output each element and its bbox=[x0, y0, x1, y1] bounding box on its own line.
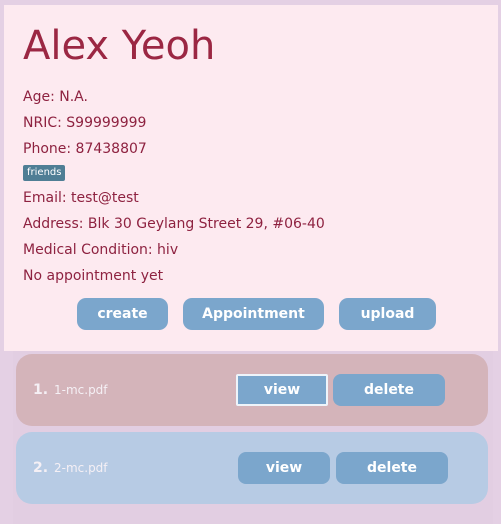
file-index: 1. bbox=[33, 382, 49, 398]
nric-field: NRIC: S99999999 bbox=[23, 115, 147, 131]
file-index: 2. bbox=[33, 460, 49, 476]
email-field: Email: test@test bbox=[23, 190, 139, 206]
file-name: 1-mc.pdf bbox=[54, 383, 108, 397]
person-details-panel: Alex Yeoh Age: N.A. NRIC: S99999999 Phon… bbox=[4, 5, 498, 351]
upload-button[interactable]: upload bbox=[339, 298, 436, 330]
person-name: Alex Yeoh bbox=[23, 23, 216, 69]
view-button[interactable]: view bbox=[236, 374, 328, 406]
appointment-status: No appointment yet bbox=[23, 268, 164, 284]
file-name: 2-mc.pdf bbox=[54, 461, 108, 475]
file-card: 1. 1-mc.pdf view delete bbox=[16, 354, 488, 426]
address-field: Address: Blk 30 Geylang Street 29, #06-4… bbox=[23, 216, 325, 232]
appointment-button[interactable]: Appointment bbox=[183, 298, 324, 330]
tag-friends: friends bbox=[23, 165, 66, 181]
age-field: Age: N.A. bbox=[23, 89, 88, 105]
file-card: 2. 2-mc.pdf view delete bbox=[16, 432, 488, 504]
phone-field: Phone: 87438807 bbox=[23, 141, 147, 157]
delete-button[interactable]: delete bbox=[336, 452, 448, 484]
file-list: 1. 1-mc.pdf view delete 2. 2-mc.pdf view… bbox=[13, 351, 493, 524]
delete-button[interactable]: delete bbox=[333, 374, 445, 406]
medical-condition-field: Medical Condition: hiv bbox=[23, 242, 179, 258]
create-button[interactable]: create bbox=[77, 298, 168, 330]
view-button[interactable]: view bbox=[238, 452, 330, 484]
